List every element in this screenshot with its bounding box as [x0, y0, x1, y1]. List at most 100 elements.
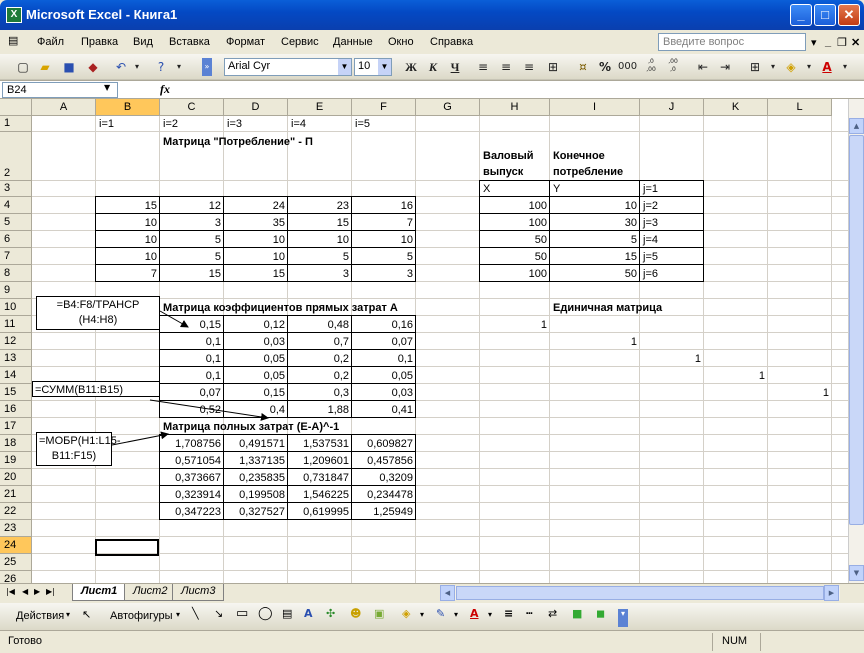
- dash-style-icon[interactable]: ┅: [526, 607, 533, 620]
- font-name-select[interactable]: Arial Cyr ▼: [224, 58, 352, 76]
- menu-help[interactable]: Справка: [430, 36, 473, 48]
- 3d-icon[interactable]: ◼: [596, 607, 605, 620]
- menu-edit[interactable]: Правка: [81, 36, 118, 48]
- toolbar-options-icon[interactable]: ▾: [170, 58, 188, 76]
- tab-prev-icon[interactable]: ◀: [22, 587, 28, 596]
- underline-button[interactable]: Ч: [446, 58, 464, 76]
- new-icon[interactable]: ▢: [14, 58, 32, 76]
- bold-button[interactable]: Ж: [402, 58, 420, 76]
- maximize-button[interactable]: □: [814, 4, 836, 26]
- fill-color-icon[interactable]: ◈: [782, 58, 800, 76]
- scroll-down-icon[interactable]: ▼: [849, 565, 864, 581]
- actions-dropdown-icon[interactable]: ▾: [66, 610, 70, 619]
- close-button[interactable]: ✕: [838, 4, 860, 26]
- help-icon[interactable]: ?: [152, 58, 170, 76]
- scroll-left-icon[interactable]: ◀: [440, 585, 455, 601]
- save-icon[interactable]: ■: [60, 58, 78, 76]
- borders-icon[interactable]: ⊞: [746, 58, 764, 76]
- select-pointer-icon[interactable]: ↖: [82, 608, 91, 621]
- name-box[interactable]: B24: [2, 82, 118, 98]
- minimize-button[interactable]: _: [790, 4, 812, 26]
- open-icon[interactable]: ▰: [36, 58, 54, 76]
- drawing-toolbar-options-icon[interactable]: ▾: [618, 609, 628, 627]
- menu-window[interactable]: Окно: [388, 36, 414, 48]
- percent-button[interactable]: %: [596, 58, 614, 76]
- autoshapes-menu[interactable]: Автофигуры: [110, 610, 173, 622]
- draw-fill-dropdown-icon[interactable]: ▾: [420, 610, 424, 619]
- name-box-dropdown-icon[interactable]: ▼: [104, 83, 110, 92]
- dropdown-arrow-icon[interactable]: ▾: [811, 36, 817, 49]
- clipart-icon[interactable]: ☻: [350, 607, 361, 620]
- menu-tools[interactable]: Сервис: [281, 36, 319, 48]
- draw-font-color-icon[interactable]: A: [470, 607, 479, 620]
- line-color-icon[interactable]: ✎: [436, 607, 445, 620]
- rectangle-icon[interactable]: ▭: [236, 606, 248, 621]
- decrease-decimal-button[interactable]: ,00 ,0: [664, 58, 682, 76]
- line-style-icon[interactable]: ≡: [504, 607, 513, 620]
- borders-dropdown-icon[interactable]: ▾: [764, 58, 782, 76]
- line-color-dropdown-icon[interactable]: ▾: [454, 610, 458, 619]
- font-color-icon[interactable]: A: [818, 58, 836, 76]
- scroll-up-icon[interactable]: ▲: [849, 118, 864, 134]
- sheet-tab-1[interactable]: Лист1: [72, 584, 127, 601]
- toolbar: ▢ ▰ ■ ◆ ↶ ▾ ? ▾ » Arial Cyr ▼ 10 ▼ Ж К Ч ≡…: [0, 54, 864, 80]
- menu-data[interactable]: Данные: [333, 36, 373, 48]
- italic-button[interactable]: К: [424, 58, 442, 76]
- thousands-button[interactable]: 000: [618, 58, 637, 76]
- undo-dropdown-icon[interactable]: ▾: [128, 58, 146, 76]
- align-center-icon[interactable]: ≡: [497, 58, 515, 76]
- arrow-icon[interactable]: ↘: [214, 607, 223, 620]
- menu-insert[interactable]: Вставка: [169, 36, 210, 48]
- menu-file[interactable]: Файл: [37, 36, 64, 48]
- function-wizard-icon[interactable]: fx: [160, 82, 170, 97]
- horizontal-scroll-thumb[interactable]: [456, 586, 824, 600]
- font-color-dropdown-icon[interactable]: ▾: [836, 58, 854, 76]
- workbook-icon[interactable]: ▤: [8, 34, 18, 47]
- autoshapes-dropdown-icon[interactable]: ▾: [176, 610, 180, 619]
- actions-menu[interactable]: Действия: [16, 610, 64, 622]
- tab-next-icon[interactable]: ▶: [34, 587, 40, 596]
- currency-icon[interactable]: ¤: [574, 58, 592, 76]
- worksheet-grid[interactable]: ABCDEFGHIJKL 1 2 3 4 5 6 7 8 9 10 11 12 13 14 15 16 17 18…: [0, 99, 848, 583]
- fill-dropdown-icon[interactable]: ▾: [800, 58, 818, 76]
- menu-view[interactable]: Вид: [133, 36, 153, 48]
- merge-center-icon[interactable]: ⊞: [544, 58, 562, 76]
- sheet-tab-3[interactable]: Лист3: [172, 584, 225, 601]
- excel-app-icon[interactable]: X: [6, 7, 22, 23]
- sheet-tab-2[interactable]: Лист2: [124, 584, 177, 601]
- doc-minimize-icon[interactable]: _: [825, 36, 831, 48]
- increase-indent-icon[interactable]: ⇥: [716, 58, 734, 76]
- shadow-icon[interactable]: ■: [572, 607, 582, 620]
- textbox-icon[interactable]: ▤: [282, 607, 292, 620]
- help-search-input[interactable]: Введите вопрос: [658, 33, 806, 51]
- font-size-select[interactable]: 10 ▼: [354, 58, 392, 76]
- horizontal-scrollbar[interactable]: ◀ ▶: [440, 585, 840, 601]
- decrease-indent-icon[interactable]: ⇤: [694, 58, 712, 76]
- size-dropdown-icon[interactable]: ▼: [378, 59, 391, 75]
- toolbar-grip-icon[interactable]: »: [202, 58, 212, 76]
- vertical-scrollbar[interactable]: ▲ ▼: [848, 99, 864, 583]
- oval-icon[interactable]: ◯: [258, 606, 273, 621]
- doc-restore-icon[interactable]: ❐: [837, 36, 847, 49]
- vertical-scroll-thumb[interactable]: [849, 135, 864, 525]
- align-left-icon[interactable]: ≡: [474, 58, 492, 76]
- window-title: Microsoft Excel - Книга1: [26, 7, 178, 22]
- picture-icon[interactable]: ▣: [374, 607, 384, 620]
- tab-first-icon[interactable]: |◀: [6, 587, 15, 596]
- increase-decimal-button[interactable]: ,0 ,00: [642, 58, 660, 76]
- arrow-style-icon[interactable]: ⇄: [548, 607, 557, 620]
- align-right-icon[interactable]: ≡: [520, 58, 538, 76]
- draw-font-color-dropdown-icon[interactable]: ▾: [488, 610, 492, 619]
- tab-last-icon[interactable]: ▶|: [46, 587, 55, 596]
- diagram-icon[interactable]: ✣: [326, 607, 335, 620]
- formula-input[interactable]: [178, 82, 858, 98]
- draw-fill-color-icon[interactable]: ◈: [402, 607, 410, 620]
- active-cell-B24[interactable]: [95, 539, 159, 556]
- scroll-right-icon[interactable]: ▶: [824, 585, 839, 601]
- font-dropdown-icon[interactable]: ▼: [338, 59, 351, 75]
- menu-format[interactable]: Формат: [226, 36, 265, 48]
- permission-icon[interactable]: ◆: [84, 58, 102, 76]
- doc-close-icon[interactable]: ✕: [851, 36, 860, 49]
- line-icon[interactable]: ╲: [192, 607, 199, 620]
- wordart-icon[interactable]: A: [304, 607, 313, 620]
